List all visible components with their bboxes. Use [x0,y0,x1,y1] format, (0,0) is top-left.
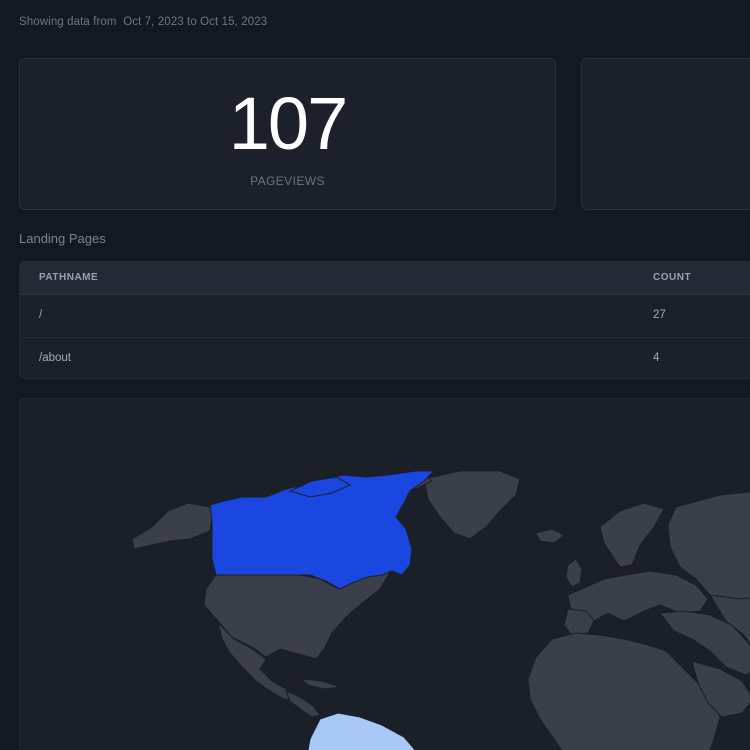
country-africa[interactable] [527,632,721,750]
row-pathname: /about [39,352,71,364]
country-south-america[interactable] [306,712,420,750]
pageviews-label: PAGEVIEWS [250,174,325,188]
date-range-text: Showing data from Oct 7, 2023 to Oct 15,… [19,16,267,28]
pageviews-value: 107 [228,82,348,165]
analytics-dashboard: Showing data from Oct 7, 2023 to Oct 15,… [0,0,750,750]
landing-pages-table: PATHNAME COUNT / 27 /about 4 [19,261,750,379]
landing-pages-title: Landing Pages [19,231,106,246]
date-range-start: Oct 7, 2023 [123,16,184,28]
world-map[interactable] [20,399,750,750]
country-central-america[interactable] [285,690,321,718]
table-row[interactable]: / 27 [20,295,750,338]
row-count: 4 [653,352,660,364]
date-range-connector: to [187,16,197,28]
country-iceland[interactable] [535,528,565,544]
row-count: 27 [653,309,666,321]
pageviews-card: 107 PAGEVIEWS [19,58,556,210]
date-range-end: Oct 15, 2023 [200,16,268,28]
country-greenland[interactable] [423,470,521,540]
secondary-stat-card [581,58,750,210]
country-alaska[interactable] [131,502,213,550]
column-header-count[interactable]: COUNT [653,272,691,283]
table-row[interactable]: /about 4 [20,338,750,378]
country-uk[interactable] [565,558,583,588]
row-pathname: / [39,309,43,321]
country-caribbean[interactable] [300,678,341,690]
world-map-card[interactable] [19,398,750,750]
country-scandinavia[interactable] [599,502,665,568]
date-range-prefix: Showing data from [19,16,117,28]
column-header-pathname[interactable]: PATHNAME [39,272,98,283]
table-header: PATHNAME COUNT [20,262,750,295]
